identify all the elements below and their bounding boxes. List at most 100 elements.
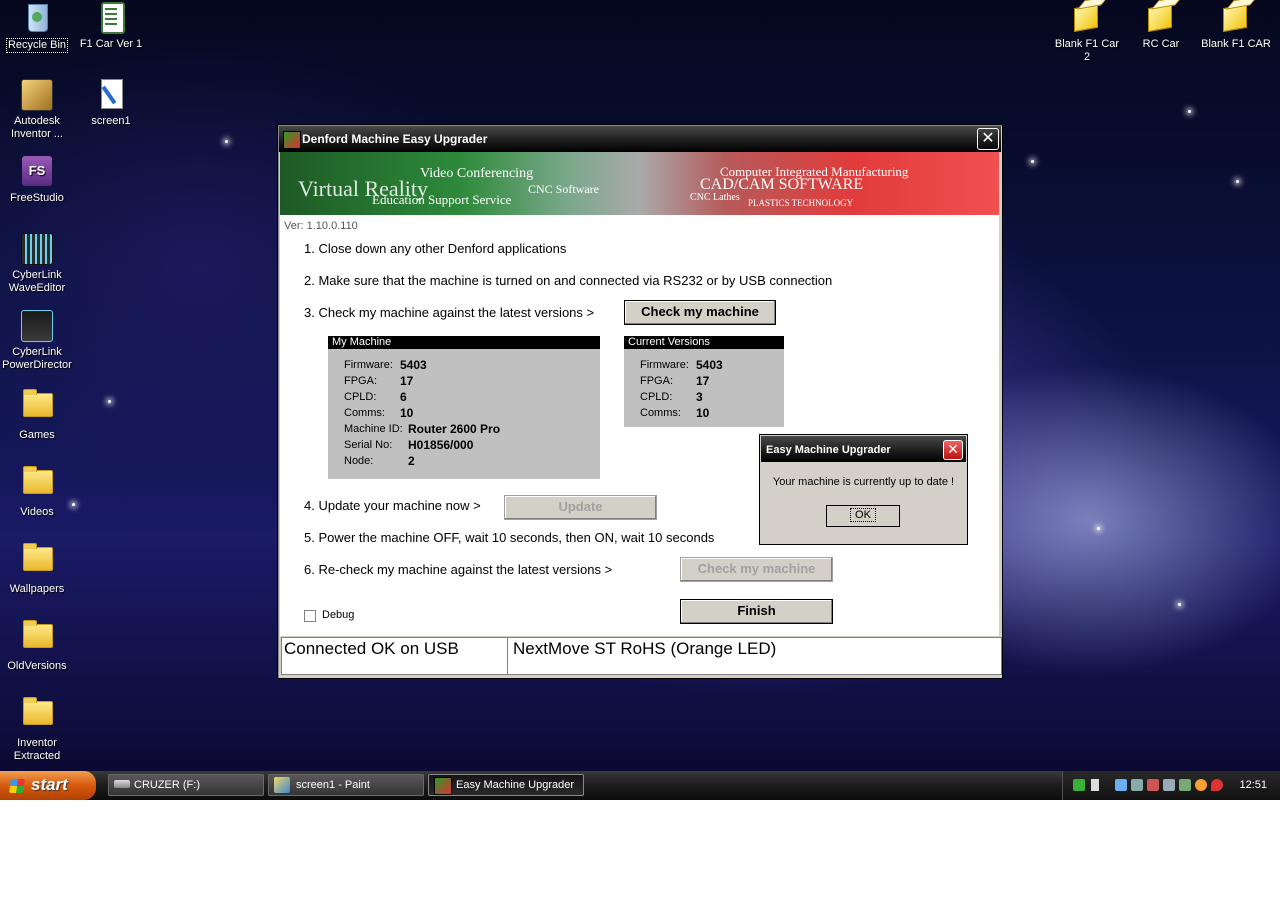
clock[interactable]: 12:51 — [1239, 779, 1267, 791]
desktop-icon-videos[interactable]: Videos — [0, 464, 74, 519]
my-cpld-label: CPLD: — [344, 391, 377, 403]
folder-icon — [21, 543, 53, 579]
autodesk-inventor-icon — [21, 79, 53, 111]
cur-comms-label: Comms: — [640, 407, 681, 419]
desktop-icon-wallpapers[interactable]: Wallpapers — [0, 541, 74, 596]
cube-file-icon — [1071, 2, 1103, 34]
current-versions-header: Current Versions — [624, 336, 784, 349]
disconnected-network-icon[interactable] — [1147, 779, 1159, 791]
desktop-icon-oldversions[interactable]: OldVersions — [0, 618, 74, 673]
debug-checkbox-box[interactable] — [304, 610, 316, 622]
desktop-icon-freestudio[interactable]: FS FreeStudio — [0, 156, 74, 205]
my-machine-header: My Machine — [328, 336, 600, 349]
banner-image: Video Conferencing Computer Integrated M… — [280, 152, 999, 215]
safely-remove-icon[interactable] — [1179, 779, 1191, 791]
cur-firmware-label: Firmware: — [640, 359, 689, 371]
update-button[interactable]: Update — [504, 495, 657, 520]
cur-fpga-label: FPGA: — [640, 375, 674, 387]
notepad-file-icon — [95, 2, 127, 34]
taskbar-item-easy-machine-upgrader[interactable]: Easy Machine Upgrader — [428, 774, 584, 796]
folder-icon — [21, 620, 53, 656]
taskbar-item-cruzer[interactable]: CRUZER (F:) — [108, 774, 264, 796]
my-comms-value: 10 — [400, 406, 414, 420]
network-connection-icon[interactable] — [1131, 779, 1143, 791]
desktop-icon-f1-car-ver-1[interactable]: F1 Car Ver 1 — [74, 2, 148, 51]
star — [108, 400, 111, 403]
desktop-icon-screen1[interactable]: screen1 — [74, 79, 148, 128]
status-bar: Connected OK on USB NextMove ST RoHS (Or… — [281, 637, 1002, 675]
my-fpga-value: 17 — [400, 374, 414, 388]
dialog-message: Your machine is currently up to date ! — [772, 476, 955, 488]
cur-comms-value: 10 — [696, 406, 710, 420]
monitor-icon[interactable] — [1163, 779, 1175, 791]
cur-cpld-label: CPLD: — [640, 391, 673, 403]
desktop-icon-autodesk-inventor[interactable]: Autodesk Inventor ... — [0, 79, 74, 141]
my-machine-id-value: Router 2600 Pro — [408, 422, 501, 436]
desktop-icon-inventor-extracted[interactable]: Inventor Extracted — [0, 695, 74, 763]
window-titlebar[interactable]: Denford Machine Easy Upgrader ✕ — [279, 126, 1001, 152]
cur-firmware-value: 5403 — [696, 358, 723, 372]
upgrader-icon — [434, 777, 452, 795]
waveeditor-icon — [21, 233, 53, 265]
my-node-value: 2 — [408, 454, 415, 468]
check-my-machine-button[interactable]: Check my machine — [624, 300, 776, 325]
drive-icon — [114, 780, 130, 788]
cur-fpga-value: 17 — [696, 374, 710, 388]
folder-icon — [21, 466, 53, 502]
system-tray: 12:51 — [1062, 771, 1280, 800]
dialog-titlebar[interactable]: Easy Machine Upgrader ✕ — [761, 436, 966, 462]
taskbar-item-paint[interactable]: screen1 - Paint — [268, 774, 424, 796]
dialog-title: Easy Machine Upgrader — [766, 444, 891, 456]
banner-text: PLASTICS TECHNOLOGY — [748, 198, 854, 208]
recheck-my-machine-button[interactable]: Check my machine — [680, 557, 833, 582]
connection-status: Connected OK on USB — [281, 637, 508, 675]
step-6-text: 6. Re-check my machine against the lates… — [304, 562, 613, 577]
my-cpld-value: 6 — [400, 390, 407, 404]
finish-button[interactable]: Finish — [680, 599, 833, 624]
my-fpga-label: FPGA: — [344, 375, 378, 387]
start-label: start — [31, 775, 68, 794]
desktop-icon-cyberlink-waveeditor[interactable]: CyberLink WaveEditor — [0, 233, 74, 295]
my-node-label: Node: — [344, 455, 374, 467]
up-to-date-dialog: Easy Machine Upgrader ✕ Your machine is … — [759, 434, 968, 545]
star — [1031, 160, 1034, 163]
update-icon[interactable] — [1195, 779, 1207, 791]
network-icon[interactable] — [1073, 779, 1085, 791]
recycle-bin-icon — [21, 2, 53, 34]
window-close-button[interactable]: ✕ — [977, 128, 999, 150]
step-4-text: 4. Update your machine now > — [304, 498, 481, 513]
powerdirector-icon — [21, 310, 53, 342]
bluetooth-icon[interactable] — [1115, 779, 1127, 791]
my-firmware-label: Firmware: — [344, 359, 393, 371]
device-status: NextMove ST RoHS (Orange LED) — [507, 637, 1002, 675]
desktop-icon-rc-car[interactable]: RC Car — [1124, 2, 1198, 51]
dialog-close-button[interactable]: ✕ — [943, 440, 963, 460]
desktop-icon-recycle-bin[interactable]: Recycle Bin — [0, 2, 74, 53]
desktop-icon-games[interactable]: Games — [0, 387, 74, 442]
desktop-icon-cyberlink-powerdirector[interactable]: CyberLink PowerDirector — [0, 310, 74, 372]
banner-text: CNC Software — [528, 182, 599, 196]
cube-file-icon — [1145, 2, 1177, 34]
desktop-icon-blank-f1-car[interactable]: Blank F1 CAR — [1199, 2, 1273, 51]
taskbar-item-label: Easy Machine Upgrader — [456, 779, 575, 791]
star — [1097, 527, 1100, 530]
star — [1178, 603, 1181, 606]
my-machine-panel: My Machine Firmware: 5403 FPGA: 17 CPLD:… — [328, 336, 600, 479]
dialog-ok-button[interactable]: OK — [826, 505, 900, 527]
paint-icon — [274, 777, 290, 793]
window-content: Ver: 1.10.0.110 1. Close down any other … — [280, 215, 999, 636]
security-shield-icon[interactable] — [1211, 779, 1223, 791]
step-2-text: 2. Make sure that the machine is turned … — [304, 273, 833, 288]
desktop-icon-blank-f1-car-2[interactable]: Blank F1 Car 2 — [1050, 2, 1124, 64]
image-file-icon — [95, 79, 127, 111]
star — [1236, 180, 1239, 183]
star — [225, 140, 228, 143]
banner-text: CNC Lathes — [690, 192, 740, 203]
taskbar-item-label: CRUZER (F:) — [134, 779, 200, 791]
dialog-ok-label: OK — [850, 508, 876, 522]
start-button[interactable]: start — [0, 771, 96, 800]
freestudio-icon: FS — [21, 156, 53, 188]
easy-upgrader-window: Denford Machine Easy Upgrader ✕ Video Co… — [277, 124, 1003, 679]
volume-icon[interactable] — [1091, 779, 1099, 791]
step-5-text: 5. Power the machine OFF, wait 10 second… — [304, 530, 715, 545]
